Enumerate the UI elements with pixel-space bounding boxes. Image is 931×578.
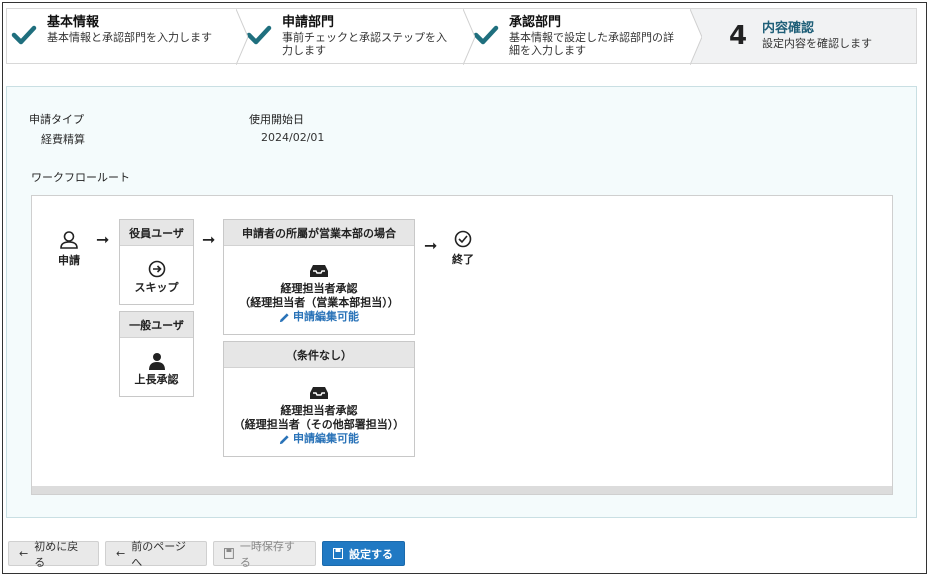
step-number: 4: [728, 21, 748, 51]
step-divider: [690, 9, 702, 65]
start-date-label: 使用開始日: [249, 113, 304, 126]
step-divider: [463, 9, 475, 65]
back-to-first-label: 初めに戻る: [34, 539, 79, 569]
condition-header: （条件なし）: [224, 342, 414, 368]
footer-actions: ← 初めに戻る ← 前のページへ 一時保存する 設定する: [8, 540, 405, 569]
step-title: 基本情報: [47, 15, 100, 30]
role-box-executive: 役員ユーザ スキップ: [119, 219, 194, 305]
step-desc: 設定内容を確認します: [762, 37, 872, 50]
check-icon: [7, 25, 41, 45]
role-box-header: 一般ユーザ: [120, 312, 193, 338]
condition-box-default: （条件なし） 経理担当者承認 （経理担当者（その他部署担当）） 申請編集可能: [223, 341, 415, 457]
condition-box-sales: 申請者の所屬が営業本部の場合 経理担当者承認 （経理担当者（営業本部担当）） 申…: [223, 219, 415, 335]
check-circle-icon: [454, 230, 472, 248]
person-outline-icon: [60, 231, 78, 249]
role-box-header: 役員ユーザ: [120, 220, 193, 246]
step-4[interactable]: 4 内容確認 設定内容を確認します: [690, 9, 916, 63]
pencil-icon: [279, 434, 289, 444]
start-label: 申請: [58, 254, 80, 267]
role-box-action: 上長承認: [134, 373, 179, 386]
approver-role: （経理担当者（その他部署担当））: [233, 418, 405, 431]
step-title: 内容確認: [762, 21, 815, 36]
type-label: 申請タイプ: [29, 113, 84, 126]
user-icon: [148, 353, 165, 370]
prev-page-button[interactable]: ← 前のページへ: [105, 540, 207, 569]
step-progress: 基本情報 基本情報と承認部門を入力します 申請部門 事前チェックと承認ステップを…: [6, 8, 917, 65]
approval-step: 経理担当者承認: [280, 282, 358, 295]
pencil-icon: [279, 312, 289, 322]
confirm-panel: 申請タイプ 経費精算 使用開始日 2024/02/01 ワークフロールート 申請…: [6, 86, 917, 518]
step-desc: 事前チェックと承認ステップを入力します: [282, 31, 447, 57]
type-value: 経費精算: [41, 133, 85, 146]
step-title: 承認部門: [509, 15, 562, 30]
save-draft-label: 一時保存する: [239, 539, 295, 569]
save-icon: [333, 548, 343, 559]
step-title: 申請部門: [282, 15, 335, 30]
edit-allowed-label: 申請編集可能: [293, 310, 359, 323]
edit-allowed-link[interactable]: 申請編集可能: [279, 432, 359, 446]
arrow-circle-icon: [148, 260, 165, 278]
back-to-first-button[interactable]: ← 初めに戻る: [8, 540, 99, 569]
end-label: 終了: [452, 253, 474, 266]
arrow-icon: ➞: [424, 236, 438, 255]
start-date-value: 2024/02/01: [261, 131, 325, 144]
end-node: 終了: [452, 230, 474, 267]
inbox-icon: [310, 265, 328, 277]
save-draft-button[interactable]: 一時保存する: [213, 540, 316, 569]
edit-allowed-link[interactable]: 申請編集可能: [279, 310, 359, 324]
save-icon: [224, 548, 234, 559]
role-box-action: スキップ: [134, 281, 179, 294]
horizontal-scrollbar[interactable]: [32, 486, 892, 494]
step-3[interactable]: 承認部門 基本情報で設定した承認部門の詳細を入力します: [463, 9, 702, 65]
approver-role: （経理担当者（営業本部担当））: [239, 296, 399, 309]
condition-header: 申請者の所屬が営業本部の場合: [224, 220, 414, 246]
approval-step: 経理担当者承認: [280, 404, 358, 417]
step-divider: [236, 9, 248, 65]
start-node: 申請: [58, 230, 80, 268]
edit-allowed-label: 申請編集可能: [293, 432, 359, 445]
step-desc: 基本情報で設定した承認部門の詳細を入力します: [509, 31, 674, 57]
prev-page-label: 前のページへ: [131, 539, 186, 569]
step-1[interactable]: 基本情報 基本情報と承認部門を入力します: [7, 9, 248, 65]
inbox-icon: [310, 387, 328, 399]
workflow-diagram: 申請 ➞ 役員ユーザ スキップ 一般ユーザ 上長承認 ➞ 申請者の所屬が営業本部…: [31, 195, 893, 495]
route-label: ワークフロールート: [31, 171, 130, 184]
arrow-icon: ➞: [202, 230, 216, 249]
step-desc: 基本情報と承認部門を入力します: [47, 31, 212, 44]
submit-label: 設定する: [349, 547, 393, 561]
submit-button[interactable]: 設定する: [322, 541, 405, 566]
arrow-left-icon: ←: [19, 547, 29, 560]
role-box-general: 一般ユーザ 上長承認: [119, 311, 194, 397]
arrow-left-icon: ←: [116, 547, 126, 560]
step-2[interactable]: 申請部門 事前チェックと承認ステップを入力します: [236, 9, 475, 65]
arrow-icon: ➞: [96, 230, 110, 249]
